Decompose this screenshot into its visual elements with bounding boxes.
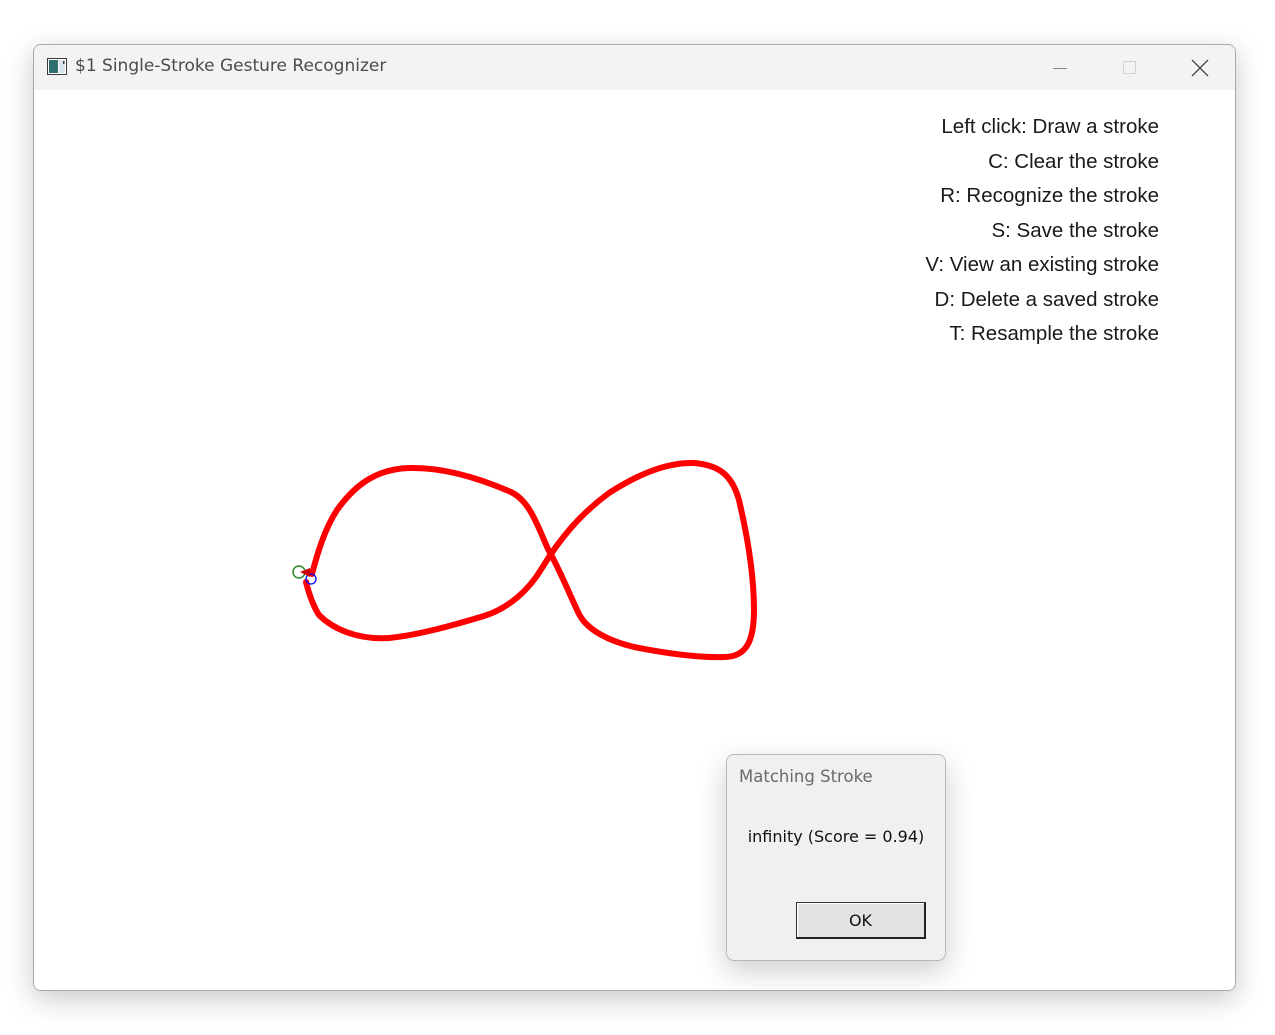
close-button[interactable]: [1165, 45, 1235, 90]
close-icon: [1191, 59, 1209, 76]
dialog-title: Matching Stroke: [739, 767, 873, 786]
title-bar[interactable]: $1 Single-Stroke Gesture Recognizer: [34, 45, 1235, 90]
gesture-stroke: [303, 459, 757, 661]
window-title: $1 Single-Stroke Gesture Recognizer: [75, 56, 387, 76]
dialog-message: infinity (Score = 0.94): [747, 827, 925, 846]
app-window-icon: [47, 58, 67, 75]
ok-button[interactable]: OK: [796, 902, 926, 939]
minimize-button[interactable]: [1025, 45, 1095, 90]
stroke-layer: [292, 459, 757, 661]
minimize-icon: [1053, 67, 1067, 69]
app-window: $1 Single-Stroke Gesture Recognizer Left…: [33, 44, 1236, 991]
maximize-icon: [1123, 60, 1136, 74]
match-dialog: Matching Stroke infinity (Score = 0.94) …: [726, 754, 946, 961]
drawing-canvas[interactable]: Left click: Draw a stroke C: Clear the s…: [34, 90, 1235, 990]
maximize-button[interactable]: [1094, 45, 1164, 90]
